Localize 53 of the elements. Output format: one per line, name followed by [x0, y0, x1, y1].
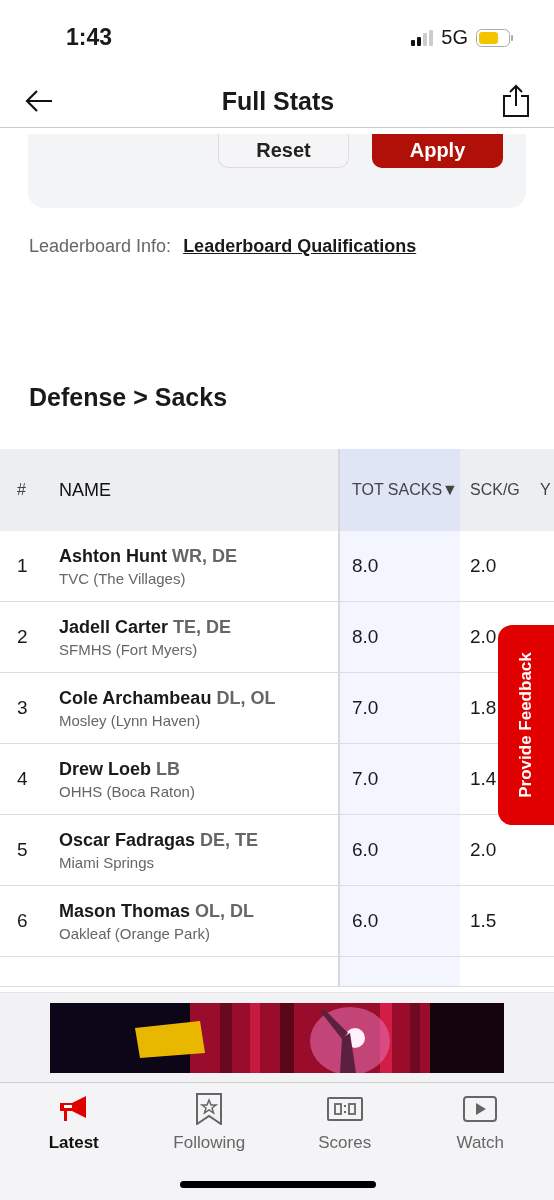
stat-cell: 6.0 — [340, 815, 460, 885]
nav-tab[interactable]: Scores — [277, 1083, 413, 1200]
school-name: Oakleaf (Orange Park) — [59, 924, 210, 942]
player-name[interactable]: Mason Thomas OL, DL — [59, 900, 255, 922]
rank-cell-text: 2 — [16, 625, 29, 649]
rank-cell-text: 6 — [16, 909, 29, 933]
player-name[interactable]: Cole Archambeau DL, OL — [59, 687, 276, 709]
play-icon — [463, 1093, 498, 1125]
nav-tab[interactable]: Watch — [412, 1083, 548, 1200]
column-header[interactable]: TOT SACKS▼ — [340, 449, 460, 531]
back-icon[interactable] — [24, 89, 54, 113]
player-name[interactable]: Jadell Carter TE, DE — [59, 616, 232, 638]
stat-cell: 8.0 — [340, 531, 460, 601]
battery-icon — [476, 28, 514, 47]
stat-cell: 7.0 — [340, 744, 460, 814]
stat-value: 1.4 — [470, 768, 497, 790]
page-title: Full Stats — [221, 86, 335, 116]
qualifications-link[interactable]: Leaderboard Qualifications — [183, 236, 417, 257]
stat-cell: 7.0 — [340, 673, 460, 743]
bookmark-star-icon — [195, 1093, 224, 1125]
rank-cell-text: 5 — [16, 838, 29, 862]
player-name[interactable]: Drew Loeb LB — [59, 758, 180, 780]
school-name: SFMHS (Fort Myers) — [59, 640, 198, 658]
section-title: Defense > Sacks — [29, 381, 229, 413]
info-label: Leaderboard Info: — [29, 236, 172, 257]
feedback-tab[interactable]: Provide Feedback — [498, 625, 554, 825]
column-header[interactable]: Y — [540, 449, 554, 531]
player-name[interactable]: Ashton Hunt WR, DE — [59, 545, 237, 567]
rank-cell-text: 4 — [16, 767, 29, 791]
stat-value: 1.5 — [470, 910, 497, 932]
rank-cell-text: 3 — [16, 696, 29, 720]
school-name: TVC (The Villages) — [59, 569, 186, 587]
stat-value: 2.0 — [470, 839, 497, 861]
signal-icon — [411, 29, 434, 46]
stat-value: 2.0 — [470, 555, 497, 577]
column-header[interactable]: # — [0, 449, 45, 531]
school-name: Miami Springs — [59, 853, 155, 871]
stat-cell: 6.0 — [340, 886, 460, 956]
stat-value: 1.8 — [470, 697, 497, 719]
column-header[interactable]: SCK/G — [460, 449, 540, 531]
reset-button[interactable]: Reset — [218, 134, 349, 168]
stat-cell: 8.0 — [340, 602, 460, 672]
nav-tab[interactable]: Latest — [6, 1083, 142, 1200]
player-name[interactable]: Oscar Fadragas DE, TE — [59, 829, 259, 851]
school-name: Mosley (Lynn Haven) — [59, 711, 201, 729]
share-icon[interactable] — [502, 84, 530, 118]
nav-tab[interactable]: Following — [141, 1083, 277, 1200]
rank-cell-text: 1 — [16, 554, 29, 578]
school-name: OHHS (Boca Raton) — [59, 782, 195, 800]
apply-button[interactable]: Apply — [372, 134, 503, 168]
network-label: 5G — [441, 26, 468, 49]
status-time: 1:43 — [66, 24, 113, 51]
stat-value: 2.0 — [470, 626, 497, 648]
